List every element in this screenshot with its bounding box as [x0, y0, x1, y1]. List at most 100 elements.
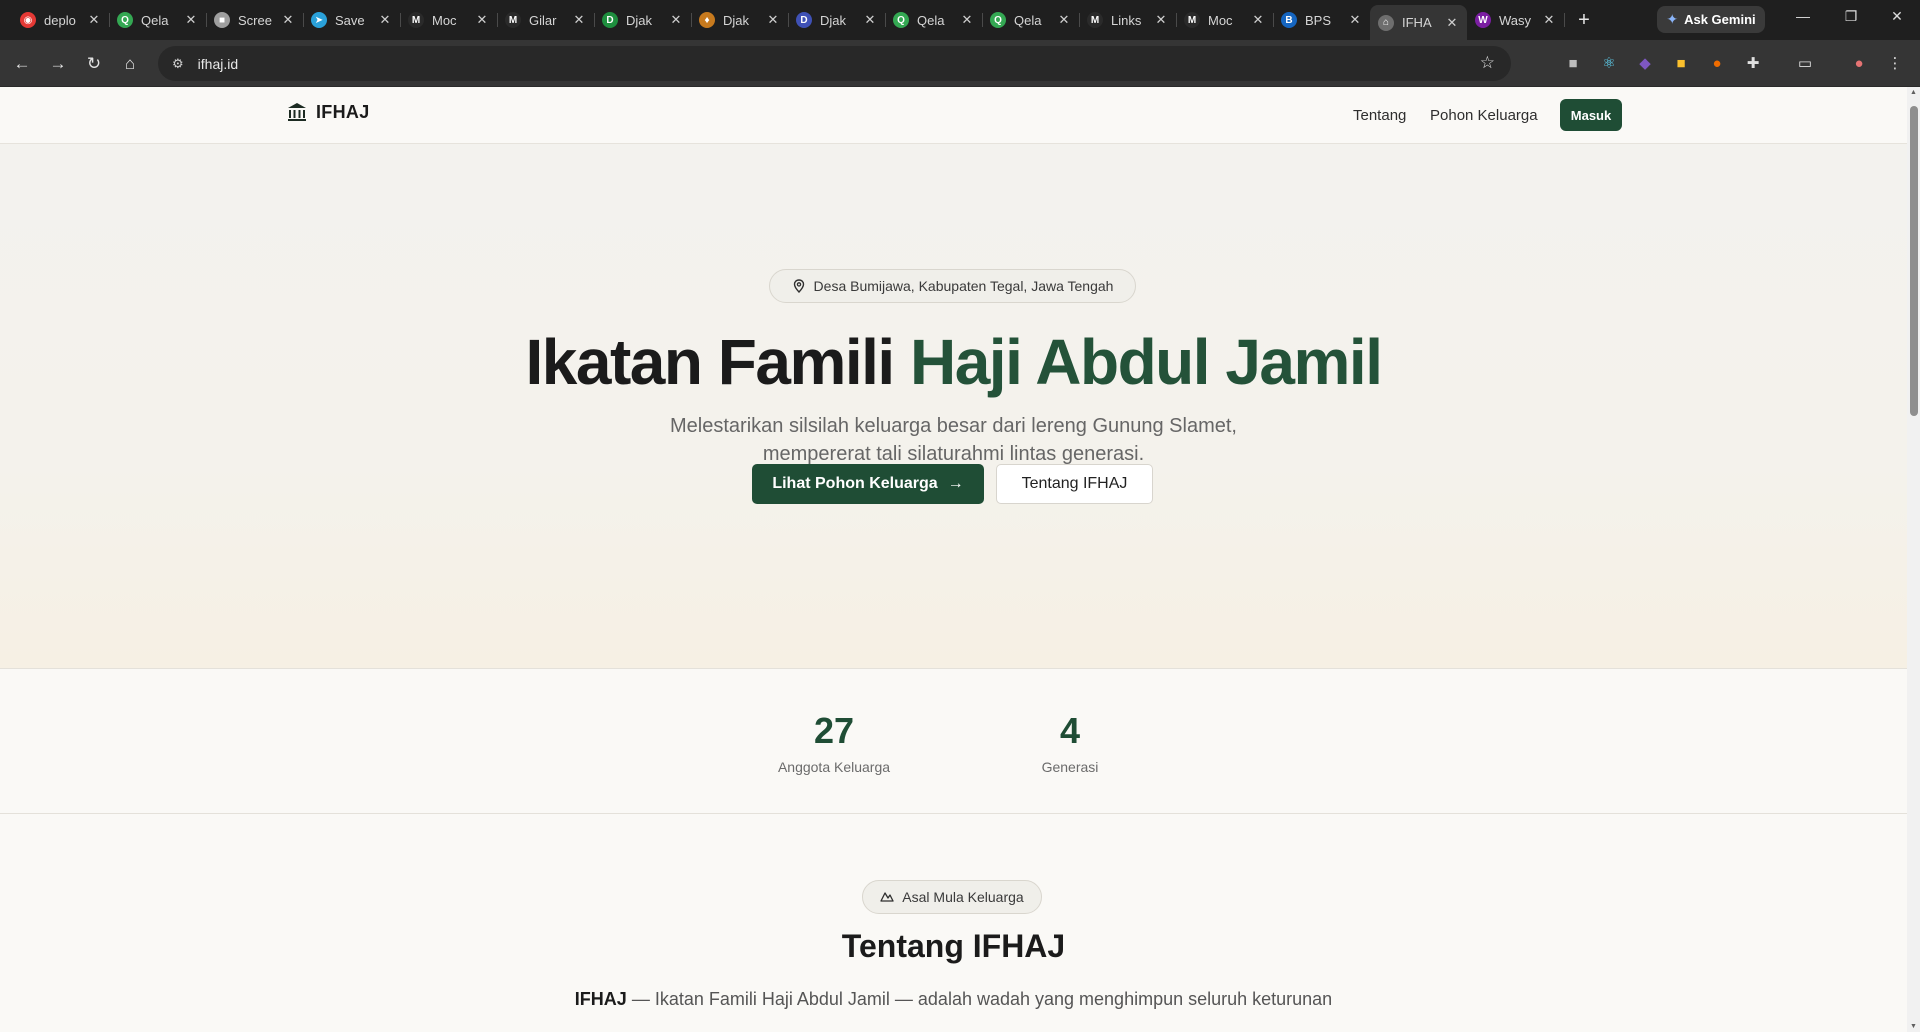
notes-extension-icon[interactable]: ■	[1670, 52, 1692, 74]
browser-tab[interactable]: ⌂ IFHA ✕	[1370, 5, 1467, 40]
address-url[interactable]: ifhaj.id	[198, 56, 238, 72]
camera-icon: ■	[214, 12, 230, 28]
minimize-window-button[interactable]: —	[1788, 8, 1818, 24]
medium-icon: M	[408, 12, 424, 28]
tab-title: Gilar	[529, 12, 557, 28]
extensions-puzzle-icon[interactable]: ✚	[1742, 52, 1764, 74]
reload-icon[interactable]: ↻	[80, 50, 108, 78]
tab-title: Moc	[1208, 12, 1233, 28]
extension-badge-icon[interactable]: ◆	[1634, 52, 1656, 74]
hero-subtitle-line1: Melestarikan silsilah keluarga besar dar…	[670, 415, 1237, 437]
browser-tab[interactable]: ➤ Save ✕	[303, 6, 401, 34]
scroll-up-icon[interactable]: ▲	[1909, 89, 1918, 96]
close-tab-icon[interactable]: ✕	[766, 12, 780, 28]
tab-title: deplo	[44, 12, 76, 28]
tab-title: IFHA	[1402, 15, 1432, 30]
browser-tab[interactable]: Q Qela ✕	[885, 6, 983, 34]
close-tab-icon[interactable]: ✕	[1057, 12, 1071, 28]
address-bar[interactable]: ⚙ ifhaj.id ☆	[158, 46, 1511, 81]
close-tab-icon[interactable]: ✕	[1445, 15, 1459, 31]
dg-icon: D	[602, 12, 618, 28]
page-scrollbar[interactable]: ▲ ▼	[1907, 87, 1920, 1032]
about-text-bold: IFHAJ	[574, 989, 627, 1009]
close-tab-icon[interactable]: ✕	[1542, 12, 1556, 28]
medium-icon: M	[1087, 12, 1103, 28]
close-tab-icon[interactable]: ✕	[572, 12, 586, 28]
tab-title: Links	[1111, 12, 1142, 28]
site-logo[interactable]: IFHAJ	[286, 101, 370, 123]
close-tab-icon[interactable]: ✕	[1348, 12, 1362, 28]
nav-link-tentang[interactable]: Tentang	[1353, 107, 1406, 124]
nav-link-pohon-keluarga[interactable]: Pohon Keluarga	[1430, 107, 1538, 124]
forward-icon[interactable]: →	[44, 50, 72, 78]
medium-icon: M	[505, 12, 521, 28]
q-icon: Q	[990, 12, 1006, 28]
site-info-icon[interactable]: ⚙	[172, 56, 184, 72]
browser-tab[interactable]: Q Qela ✕	[982, 6, 1080, 34]
screenshot-extension-icon[interactable]: ■	[1562, 52, 1584, 74]
close-window-button[interactable]: ✕	[1882, 8, 1912, 25]
view-family-tree-label: Lihat Pohon Keluarga	[772, 475, 938, 492]
tab-title: Qela	[141, 12, 169, 28]
ask-gemini-button[interactable]: ✦ Ask Gemini	[1657, 6, 1765, 33]
new-tab-button[interactable]: +	[1572, 8, 1596, 32]
hero-subtitle: Melestarikan silsilah keluarga besar dar…	[0, 412, 1907, 468]
origin-badge: Asal Mula Keluarga	[862, 880, 1042, 914]
about-title: Tentang IFHAJ	[841, 928, 1066, 964]
react-devtools-icon[interactable]: ⚛	[1598, 52, 1620, 74]
close-tab-icon[interactable]: ✕	[1251, 12, 1265, 28]
browser-tab[interactable]: W Wasy ✕	[1467, 6, 1565, 34]
browser-tab[interactable]: D Djak ✕	[788, 6, 886, 34]
browser-tab[interactable]: ♦ Djak ✕	[691, 6, 789, 34]
browser-tab[interactable]: M Moc ✕	[1176, 6, 1274, 34]
browser-tab[interactable]: M Gilar ✕	[497, 6, 595, 34]
close-tab-icon[interactable]: ✕	[475, 12, 489, 28]
restore-window-button[interactable]: ❐	[1836, 8, 1866, 25]
orange-extension-icon[interactable]: ●	[1706, 52, 1728, 74]
close-tab-icon[interactable]: ✕	[184, 12, 198, 28]
back-icon[interactable]: ←	[8, 50, 36, 78]
browser-tab[interactable]: ◉ deplo ✕	[12, 6, 110, 34]
garuda-icon: ♦	[699, 12, 715, 28]
about-text: IFHAJ — Ikatan Famili Haji Abdul Jamil —…	[0, 986, 1907, 1012]
close-tab-icon[interactable]: ✕	[87, 12, 101, 28]
arrow-right-icon: →	[947, 475, 964, 492]
ask-gemini-label: Ask Gemini	[1684, 12, 1756, 27]
tab-title: Djak	[626, 12, 653, 28]
browser-tab[interactable]: B BPS ✕	[1273, 6, 1371, 34]
hero-section: Desa Bumijawa, Kabupaten Tegal, Jawa Ten…	[0, 144, 1907, 669]
close-tab-icon[interactable]: ✕	[378, 12, 392, 28]
tab-title: Save	[335, 12, 365, 28]
scroll-down-icon[interactable]: ▼	[1909, 1023, 1918, 1030]
browser-tab[interactable]: M Moc ✕	[400, 6, 498, 34]
close-tab-icon[interactable]: ✕	[1154, 12, 1168, 28]
browser-tab[interactable]: M Links ✕	[1079, 6, 1177, 34]
close-tab-icon[interactable]: ✕	[281, 12, 295, 28]
close-tab-icon[interactable]: ✕	[960, 12, 974, 28]
stat-members: 27 Anggota Keluarga	[734, 709, 934, 775]
stat-members-value: 27	[813, 710, 855, 751]
home-icon[interactable]: ⌂	[116, 50, 144, 78]
gemini-sparkle-icon: ✦	[1666, 11, 1679, 27]
sidepanel-icon[interactable]: ▭	[1794, 52, 1816, 74]
browser-tab[interactable]: D Djak ✕	[594, 6, 692, 34]
browser-tab[interactable]: ■ Scree ✕	[206, 6, 304, 34]
close-tab-icon[interactable]: ✕	[863, 12, 877, 28]
bookmark-star-icon[interactable]: ☆	[1480, 53, 1495, 73]
login-button[interactable]: Masuk	[1560, 99, 1622, 131]
tab-title: BPS	[1305, 12, 1332, 28]
browser-tab[interactable]: Q Qela ✕	[109, 6, 207, 34]
profile-avatar[interactable]: ●	[1848, 52, 1870, 74]
landmark-icon	[286, 101, 308, 123]
tab-title: Wasy	[1499, 12, 1532, 28]
browser-menu-icon[interactable]: ⋮	[1884, 52, 1906, 74]
web-page: IFHAJ Tentang Pohon Keluarga Masuk Desa …	[0, 87, 1907, 1032]
view-family-tree-button[interactable]: Lihat Pohon Keluarga →	[752, 464, 984, 504]
site-header: IFHAJ Tentang Pohon Keluarga Masuk	[0, 87, 1907, 144]
about-ifhaj-button[interactable]: Tentang IFHAJ	[996, 464, 1153, 504]
about-text-rest: — Ikatan Famili Haji Abdul Jamil — adala…	[626, 989, 1333, 1009]
hero-title-accent: Haji Abdul Jamil	[909, 326, 1383, 398]
scrollbar-thumb[interactable]	[1910, 106, 1918, 416]
q-icon: Q	[117, 12, 133, 28]
close-tab-icon[interactable]: ✕	[669, 12, 683, 28]
